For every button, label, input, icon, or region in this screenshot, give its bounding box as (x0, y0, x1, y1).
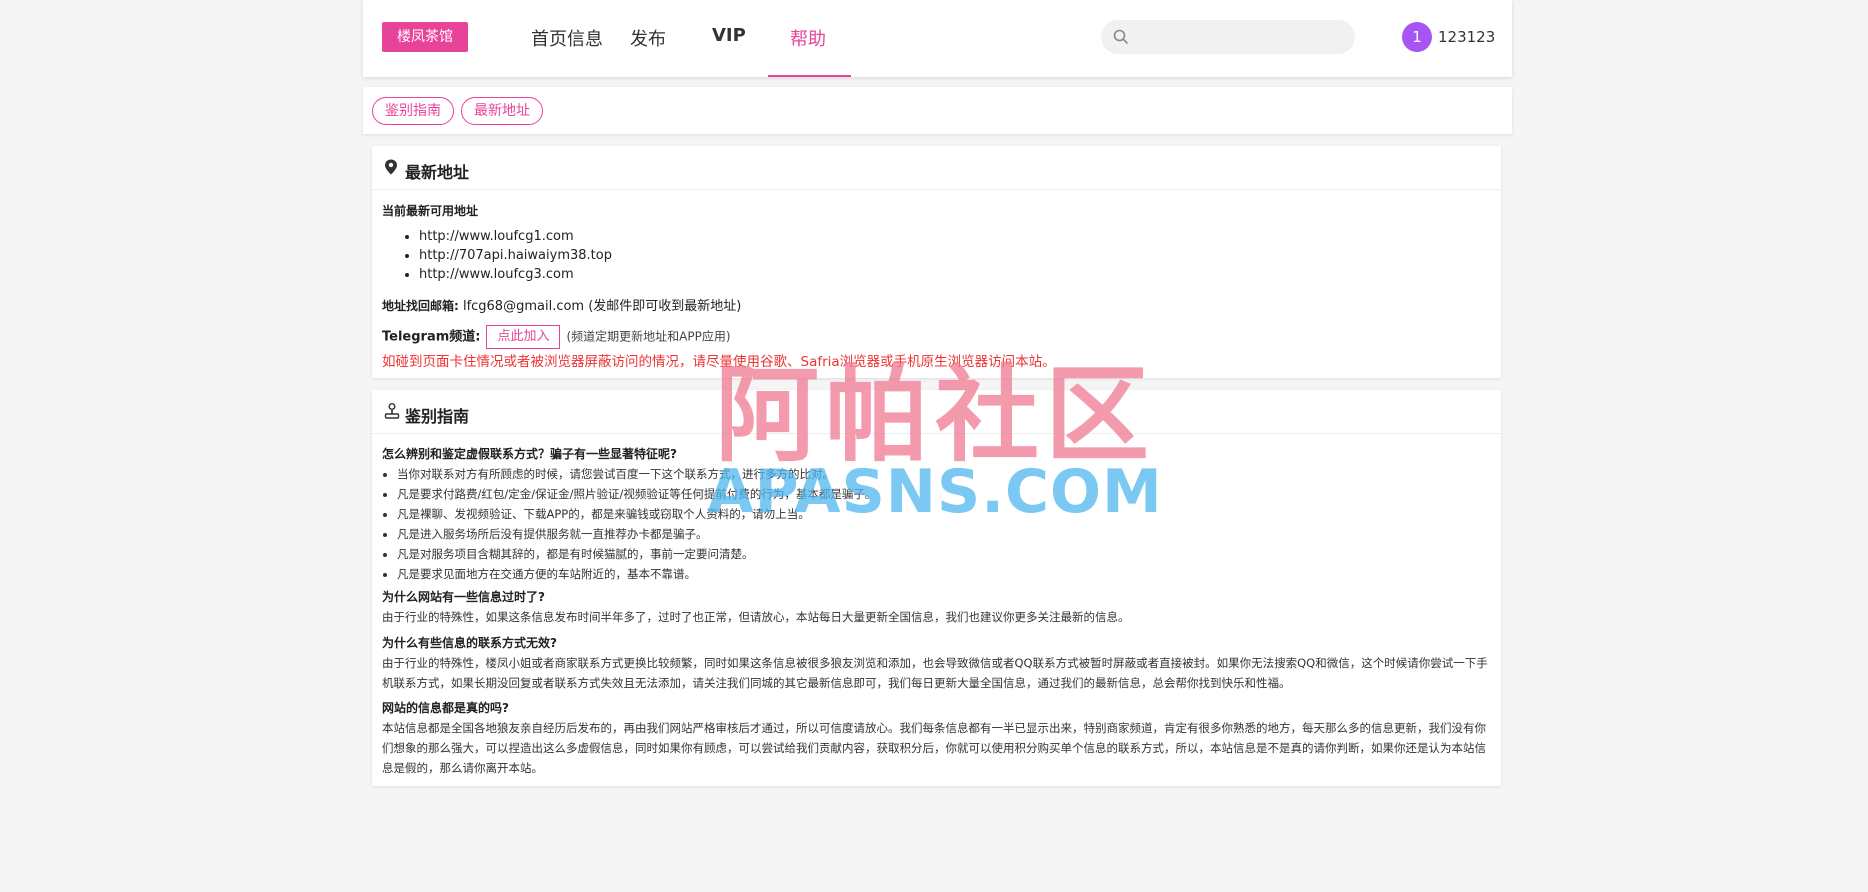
nav-help[interactable]: 帮助 (790, 25, 826, 51)
telegram-join-button[interactable]: 点此加入 (486, 325, 561, 349)
address-card-header: 最新地址 (372, 146, 1501, 190)
list-item: 凡是对服务项目含糊其辞的，都是有时候猫腻的，事前一定要问清楚。 (397, 544, 1492, 564)
nav-active-indicator (768, 75, 851, 77)
url-item[interactable]: http://707api.haiwaiym38.top (419, 246, 612, 265)
guide-card-title: 鉴别指南 (405, 407, 470, 426)
nav-vip[interactable]: VIP (712, 25, 746, 46)
email-row: 地址找回邮箱: lfcg68@gmail.com (发邮件即可收到最新地址) (382, 295, 741, 314)
telegram-row: Telegram频道: 点此加入 (频道定期更新地址和APP应用) (382, 325, 731, 349)
address-card-title: 最新地址 (405, 163, 470, 182)
avatar[interactable]: 1 (1402, 22, 1432, 52)
faq-block: 为什么网站有一些信息过时了? 由于行业的特殊性，如果这条信息发布时间半年多了，过… (382, 587, 1492, 627)
scam-signs-list: 当你对联系对方有所顾虑的时候，请您尝试百度一下这个联系方式，进行多方的比对。 凡… (382, 464, 1492, 584)
faq-question: 为什么网站有一些信息过时了? (382, 590, 545, 604)
list-item: 凡是裸聊、发视频验证、下载APP的，都是来骗钱或窃取个人资料的，请勿上当。 (397, 504, 1492, 524)
email-note: (发邮件即可收到最新地址) (588, 299, 742, 314)
url-item[interactable]: http://www.loufcg1.com (419, 227, 612, 246)
username[interactable]: 123123 (1438, 28, 1495, 46)
address-card: 最新地址 当前最新可用地址 http://www.loufcg1.com htt… (372, 146, 1501, 378)
telegram-label: Telegram频道: (382, 329, 481, 345)
list-item: 当你对联系对方有所顾虑的时候，请您尝试百度一下这个联系方式，进行多方的比对。 (397, 464, 1492, 484)
sub-tab-bar: 鉴别指南 最新地址 (363, 87, 1512, 134)
email-label: 地址找回邮箱: (382, 299, 459, 313)
search-icon (1113, 29, 1129, 45)
list-item: 凡是要求见面地方在交通方便的车站附近的，基本不靠谱。 (397, 564, 1492, 584)
faq-question: 怎么辨别和鉴定虚假联系方式？骗子有一些显著特征呢? (382, 447, 677, 461)
faq-block: 网站的信息都是真的吗? 本站信息都是全国各地狼友亲自经历后发布的，再由我们网站严… (382, 698, 1492, 778)
email-value[interactable]: lfcg68@gmail.com (463, 299, 584, 314)
faq-answer: 由于行业的特殊性，如果这条信息发布时间半年多了，过时了也正常，但请放心，本站每日… (382, 610, 1130, 624)
nav-home[interactable]: 首页信息 (531, 25, 603, 51)
browser-warning: 如碰到页面卡住情况或者被浏览器屏蔽访问的情况，请尽量使用谷歌、Safria浏览器… (382, 354, 1056, 370)
faq-answer: 由于行业的特殊性，楼凤小姐或者商家联系方式更换比较频繁，同时如果这条信息被很多狼… (382, 656, 1488, 690)
top-header: 楼凤茶馆 首页信息 发布 VIP 帮助 1 123123 (363, 0, 1512, 77)
site-logo[interactable]: 楼凤茶馆 (382, 22, 468, 52)
url-list: http://www.loufcg1.com http://707api.hai… (398, 227, 612, 284)
guide-card: 鉴别指南 怎么辨别和鉴定虚假联系方式？骗子有一些显著特征呢? 当你对联系对方有所… (372, 390, 1501, 786)
telegram-note: (频道定期更新地址和APP应用) (566, 329, 731, 344)
tab-address[interactable]: 最新地址 (461, 97, 543, 125)
search-input[interactable] (1137, 20, 1346, 56)
faq-block: 为什么有些信息的联系方式无效? 由于行业的特殊性，楼凤小姐或者商家联系方式更换比… (382, 633, 1492, 693)
list-item: 凡是要求付路费/红包/定金/保证金/照片验证/视频验证等任何提前付费的行为，基本… (397, 484, 1492, 504)
faq-question: 网站的信息都是真的吗? (382, 701, 509, 715)
tab-guide[interactable]: 鉴别指南 (372, 97, 454, 125)
faq-block: 怎么辨别和鉴定虚假联系方式？骗子有一些显著特征呢? 当你对联系对方有所顾虑的时候… (382, 444, 1492, 584)
faq-answer: 本站信息都是全国各地狼友亲自经历后发布的，再由我们网站严格审核后才通过，所以可信… (382, 721, 1486, 775)
nav-post[interactable]: 发布 (630, 25, 666, 51)
list-item: 凡是进入服务场所后没有提供服务就一直推荐办卡都是骗子。 (397, 524, 1492, 544)
url-item[interactable]: http://www.loufcg3.com (419, 265, 612, 284)
joystick-icon (384, 403, 400, 419)
search-box[interactable] (1101, 20, 1355, 56)
guide-card-header: 鉴别指南 (372, 390, 1501, 434)
current-address-label: 当前最新可用地址 (382, 204, 479, 218)
faq-question: 为什么有些信息的联系方式无效? (382, 636, 557, 650)
location-pin-icon (385, 159, 397, 175)
